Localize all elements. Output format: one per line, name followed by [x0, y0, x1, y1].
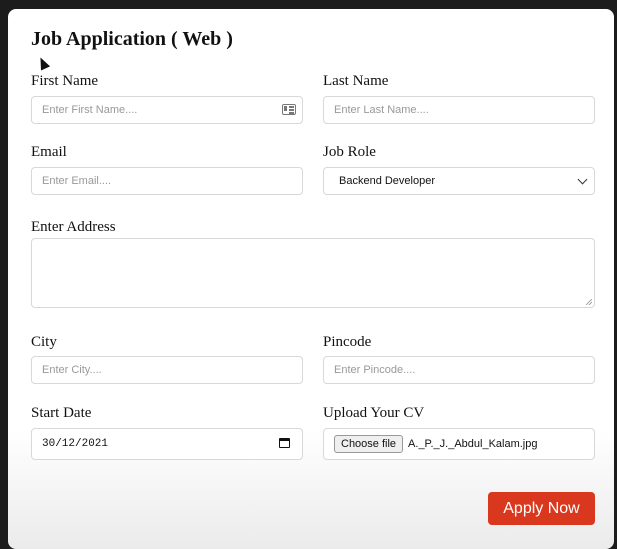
first-name-input[interactable]: Enter First Name.... [31, 96, 303, 124]
choose-file-button[interactable]: Choose file [334, 435, 404, 453]
email-placeholder: Enter Email.... [42, 175, 112, 187]
job-role-label: Job Role [323, 144, 376, 160]
pincode-placeholder: Enter Pincode.... [334, 364, 416, 376]
address-textarea[interactable] [31, 238, 595, 308]
pincode-input[interactable]: Enter Pincode.... [323, 356, 595, 384]
last-name-label: Last Name [323, 73, 389, 89]
cv-file-input[interactable]: Choose file A._P._J._Abdul_Kalam.jpg [323, 428, 595, 460]
form-title: Job Application ( Web ) [31, 28, 233, 50]
pincode-label: Pincode [323, 334, 372, 350]
start-date-value: 30/12/2021 [42, 438, 109, 450]
city-input[interactable]: Enter City.... [31, 356, 303, 384]
first-name-label: First Name [31, 73, 99, 89]
email-label: Email [31, 144, 67, 160]
job-role-select[interactable]: Backend Developer [323, 167, 595, 195]
city-label: City [31, 334, 57, 350]
last-name-placeholder: Enter Last Name.... [334, 104, 429, 116]
job-role-selected: Backend Developer [339, 175, 436, 187]
contact-card-icon[interactable] [282, 104, 296, 115]
mouse-cursor-icon [35, 55, 51, 71]
start-date-input[interactable]: 30/12/2021 [31, 428, 303, 460]
selected-file-name: A._P._J._Abdul_Kalam.jpg [408, 438, 538, 450]
first-name-placeholder: Enter First Name.... [42, 104, 138, 116]
apply-now-button[interactable]: Apply Now [488, 492, 595, 525]
address-label: Enter Address [31, 219, 116, 235]
upload-cv-label: Upload Your CV [323, 405, 425, 421]
resize-grip-icon[interactable] [586, 299, 592, 305]
city-placeholder: Enter City.... [42, 364, 102, 376]
email-input[interactable]: Enter Email.... [31, 167, 303, 195]
calendar-icon[interactable] [279, 438, 290, 448]
chevron-down-icon [577, 174, 588, 185]
job-application-card: Job Application ( Web ) First Name Enter… [8, 9, 614, 549]
start-date-label: Start Date [31, 405, 92, 421]
last-name-input[interactable]: Enter Last Name.... [323, 96, 595, 124]
